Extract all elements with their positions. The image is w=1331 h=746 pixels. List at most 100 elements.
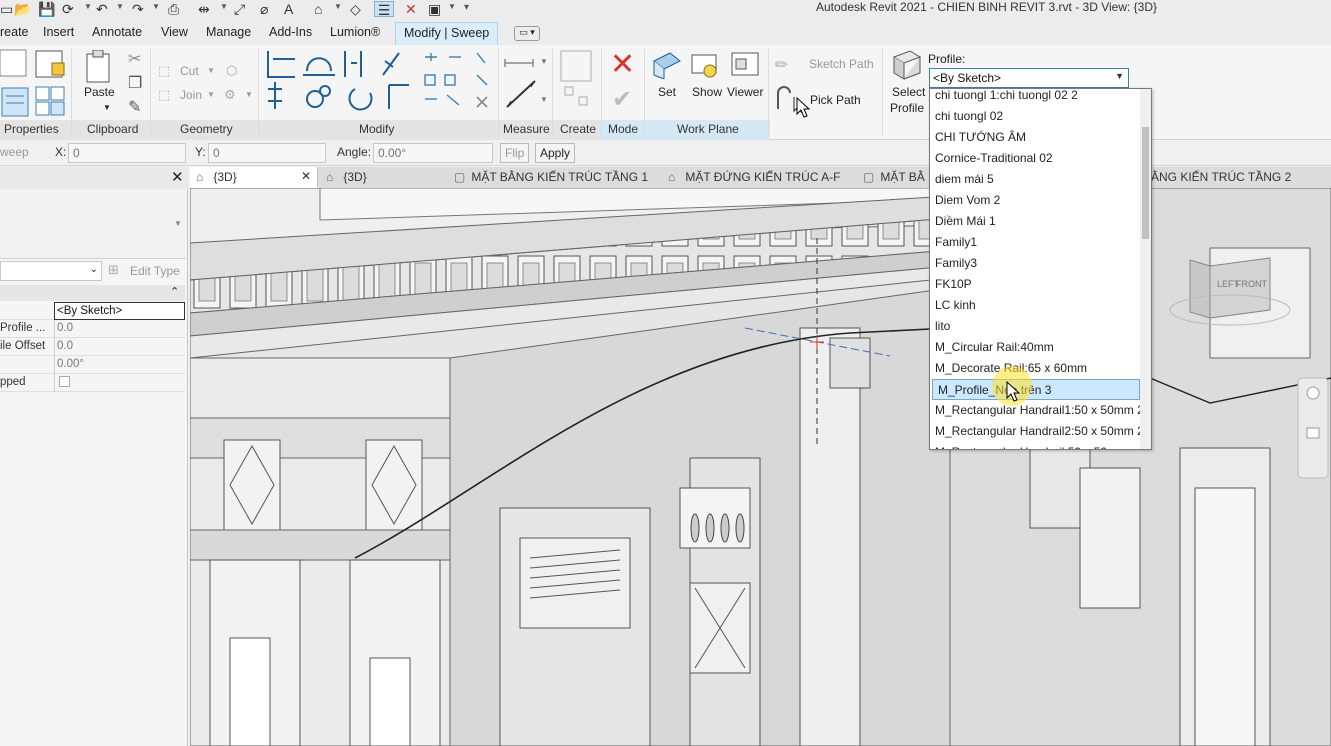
paste-button[interactable]: Paste	[84, 85, 115, 99]
view-tab-floor-plan-partial[interactable]: ▢ MẶT BẰ	[857, 167, 931, 188]
prop-value[interactable]: 0.0	[54, 338, 185, 356]
x-input[interactable]	[68, 143, 186, 163]
properties-icon[interactable]	[0, 48, 30, 118]
cut-geometry-button[interactable]: Cut	[180, 64, 199, 78]
join-geometry-button[interactable]: Join	[180, 88, 202, 102]
apply-button[interactable]: Apply	[535, 143, 576, 163]
wall-joins-icon[interactable]: ⚙	[224, 87, 236, 103]
show-button[interactable]: Show	[692, 85, 722, 99]
chevron-down-icon[interactable]: ▼	[152, 2, 160, 11]
dropdown-item[interactable]: FK10P	[930, 274, 1141, 295]
chevron-down-icon[interactable]: ▼	[103, 103, 111, 112]
chevron-down-icon[interactable]: ⌄	[90, 264, 98, 275]
tab-view[interactable]: View	[161, 25, 188, 39]
dropdown-item[interactable]: CHI TƯỚNG ÂM	[930, 127, 1141, 148]
undo-icon[interactable]: ↶	[96, 1, 108, 17]
sketch-path-button[interactable]: Sketch Path	[809, 57, 874, 71]
dropdown-item[interactable]: M_Decorate Rail:65 x 60mm	[930, 358, 1141, 379]
3d-viewport[interactable]: LEFT FRONT	[190, 188, 1331, 746]
new-icon[interactable]: ▭	[0, 1, 13, 17]
set-workplane-icon[interactable]	[652, 51, 682, 79]
measure-icon[interactable]: ⇹	[198, 1, 210, 17]
modify-tools-icons[interactable]	[265, 49, 500, 121]
chevron-down-icon[interactable]: ▼	[334, 2, 342, 11]
flipped-checkbox[interactable]	[59, 376, 70, 387]
thin-lines-icon[interactable]: ☰	[374, 1, 394, 18]
prop-value[interactable]: 0.00°	[54, 356, 185, 374]
set-button[interactable]: Set	[658, 85, 676, 99]
chevron-down-icon[interactable]: ▼	[245, 90, 253, 99]
pick-path-button[interactable]: Pick Path	[810, 93, 861, 107]
chevron-down-icon[interactable]: ▼	[174, 219, 182, 228]
chevron-down-icon[interactable]: ▼	[220, 2, 228, 11]
paste-icon[interactable]	[84, 50, 114, 86]
select-profile-label-2[interactable]: Profile	[890, 101, 924, 115]
geometry-tool-icon[interactable]: ⬡	[226, 63, 237, 79]
view-tab-floor-plan-2[interactable]: ẰNG KIẾN TRÚC TẦNG 2	[1145, 167, 1297, 188]
close-hidden-icon[interactable]: ✕	[405, 1, 417, 17]
redo-icon[interactable]: ↷	[132, 1, 144, 17]
view-tab-floor-plan-1[interactable]: ▢ MẶT BẰNG KIẾN TRÚC TẦNG 1	[448, 167, 654, 188]
dropdown-item[interactable]: M_Rectangular Handrail:50 x 50	[930, 442, 1141, 449]
3d-view-icon[interactable]: ⌂	[314, 1, 322, 17]
text-icon[interactable]: A	[284, 1, 293, 17]
close-icon[interactable]: ✕	[301, 169, 311, 183]
properties-group-header[interactable]: ⌃	[0, 285, 185, 301]
sync-icon[interactable]: ⟳	[62, 1, 74, 17]
print-icon[interactable]: ⎙	[168, 1, 179, 17]
create-group-icon[interactable]	[557, 49, 597, 115]
dropdown-item[interactable]: LC kinh	[930, 295, 1141, 316]
type-selector[interactable]: ▼	[0, 189, 186, 259]
dropdown-item[interactable]: Cornice-Traditional 02	[930, 148, 1141, 169]
type-properties-icon[interactable]	[34, 49, 66, 119]
dropdown-item[interactable]: lito	[930, 316, 1141, 337]
ribbon-options-icon[interactable]: ▭ ▾	[514, 26, 540, 41]
dropdown-item[interactable]: chi tuongl 1:chi tuongl 02 2	[930, 89, 1141, 106]
dropdown-item[interactable]: chi tuongl 02	[930, 106, 1141, 127]
tag-icon[interactable]: ⌀	[260, 1, 268, 17]
copy-icon[interactable]: ❐	[128, 73, 142, 93]
dropdown-item[interactable]: Family3	[930, 253, 1141, 274]
dropdown-item[interactable]: M_Rectangular Handrail1:50 x 50mm 2	[930, 400, 1141, 421]
dropdown-scrollbar-thumb[interactable]	[1142, 127, 1149, 239]
angle-input[interactable]	[373, 143, 493, 163]
dimension-icon[interactable]: ⤢	[234, 1, 245, 17]
navigation-bar[interactable]	[1297, 377, 1329, 479]
tab-insert[interactable]: Insert	[43, 25, 74, 39]
save-icon[interactable]: 💾	[38, 1, 55, 17]
dropdown-item[interactable]: Diem Vom 2	[930, 190, 1141, 211]
viewer-icon[interactable]	[730, 51, 760, 81]
prop-value-profile[interactable]: <By Sketch>	[54, 302, 185, 320]
view-tab-3d-active[interactable]: ⌂ {3D} ✕	[190, 167, 318, 188]
dropdown-item[interactable]: M_Circular Rail:40mm	[930, 337, 1141, 358]
customize-icon[interactable]: ▾	[464, 2, 469, 13]
select-profile-icon[interactable]	[890, 49, 924, 83]
dropdown-item[interactable]: Diềm Mái 1	[930, 211, 1141, 232]
dropdown-item[interactable]: diem mái 5	[930, 169, 1141, 190]
dropdown-item-selected[interactable]: M_Profile_Nẹp trên 3	[932, 379, 1140, 400]
tab-lumion[interactable]: Lumion®	[330, 25, 380, 39]
view-tab-elevation[interactable]: ⌂ MẶT ĐỨNG KIẾN TRÚC A-F	[662, 167, 847, 188]
section-icon[interactable]: ◇	[350, 1, 361, 17]
chevron-down-icon[interactable]: ▼	[207, 90, 215, 99]
close-icon[interactable]: ✕	[171, 168, 184, 186]
flip-button[interactable]: Flip	[500, 143, 530, 163]
tab-create[interactable]: reate	[0, 25, 29, 39]
tab-modify-sweep[interactable]: Modify | Sweep	[395, 22, 499, 45]
viewcube-front-label[interactable]: FRONT	[1236, 279, 1267, 289]
tab-annotate[interactable]: Annotate	[92, 25, 142, 39]
view-tab-3d[interactable]: ⌂ {3D}	[320, 167, 373, 188]
open-icon[interactable]: 📂	[14, 1, 31, 17]
select-profile-label-1[interactable]: Select	[892, 85, 925, 99]
switch-windows-icon[interactable]: ▣	[428, 1, 441, 17]
edit-type-button[interactable]: Edit Type	[130, 264, 180, 278]
cut-icon[interactable]: ✂	[128, 49, 141, 69]
cancel-mode-icon[interactable]: ✕	[610, 47, 635, 82]
chevron-down-icon[interactable]: ▼	[540, 95, 548, 104]
chevron-down-icon[interactable]: ▼	[84, 2, 92, 11]
tab-add-ins[interactable]: Add-Ins	[269, 25, 312, 39]
dropdown-item[interactable]: Family1	[930, 232, 1141, 253]
chevron-down-icon[interactable]: ▼	[116, 2, 124, 11]
prop-value[interactable]: 0.0	[54, 320, 185, 338]
collapse-icon[interactable]: ⌃	[170, 285, 179, 298]
